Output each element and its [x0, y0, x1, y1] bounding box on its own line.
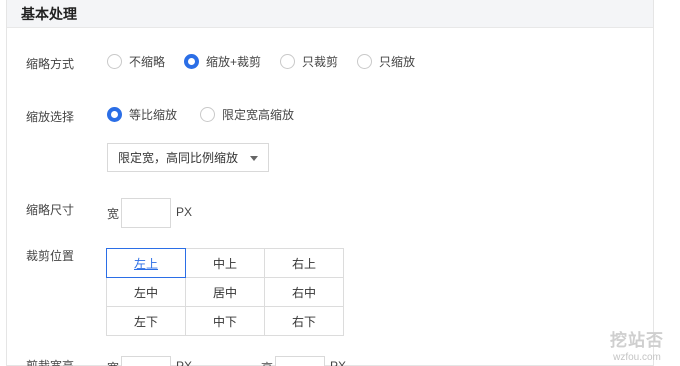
site-watermark: 挖站否 wzfou.com	[610, 326, 664, 363]
crop-height-prefix: 高	[261, 359, 273, 366]
crop-pos-center[interactable]: 居中	[185, 277, 265, 307]
crop-pos-top-right[interactable]: 右上	[264, 248, 344, 278]
radio-circle-icon	[357, 54, 372, 69]
panel-header: 基本处理	[7, 0, 653, 28]
crop-position-label: 裁剪位置	[26, 249, 75, 263]
crop-width-unit: PX	[176, 359, 193, 366]
watermark-logo: 挖站否	[610, 331, 664, 350]
crop-pos-bottom-right[interactable]: 右下	[264, 306, 344, 336]
radio-checked-icon	[184, 54, 199, 69]
crop-pos-top-center[interactable]: 中上	[185, 248, 265, 278]
scale-radio-fixed-wh[interactable]: 限定宽高缩放	[200, 106, 294, 123]
thumb-mode-radio-crop-only[interactable]: 只裁剪	[280, 53, 338, 70]
crop-width-prefix: 宽	[107, 359, 119, 366]
crop-pos-bottom-left[interactable]: 左下	[106, 306, 186, 336]
crop-pos-top-left[interactable]: 左上	[106, 248, 186, 278]
crop-pos-middle-left[interactable]: 左中	[106, 277, 186, 307]
basic-processing-panel: 基本处理 缩略方式 不缩略 缩放+裁剪 只裁剪 只缩放 缩放选择 等比缩放 限定…	[6, 0, 654, 366]
radio-circle-icon	[200, 107, 215, 122]
scale-choice-label: 缩放选择	[26, 110, 75, 124]
thumb-mode-radio-scale-crop[interactable]: 缩放+裁剪	[184, 53, 261, 70]
crop-height-unit: PX	[330, 359, 347, 366]
scale-mode-dropdown[interactable]: 限定宽，高同比例缩放	[107, 143, 269, 172]
thumb-mode-radio-none[interactable]: 不缩略	[107, 53, 165, 70]
dropdown-selected-value: 限定宽，高同比例缩放	[118, 151, 239, 165]
crop-height-input[interactable]	[275, 356, 325, 366]
watermark-url: wzfou.com	[613, 352, 661, 363]
width-prefix: 宽	[107, 207, 120, 221]
px-unit: PX	[176, 205, 193, 219]
radio-checked-icon	[107, 107, 122, 122]
crop-width-input[interactable]	[121, 356, 171, 366]
panel-title: 基本处理	[21, 5, 77, 22]
thumb-mode-radio-scale-only[interactable]: 只缩放	[357, 53, 415, 70]
crop-size-label: 剪裁宽高	[26, 359, 75, 366]
crop-position-grid: 左上 中上 右上 左中 居中 右中 左下 中下 右下	[106, 248, 344, 336]
thumb-size-label: 缩略尺寸	[26, 203, 75, 217]
crop-pos-bottom-center[interactable]: 中下	[185, 306, 265, 336]
chevron-down-icon	[250, 156, 258, 161]
thumb-width-input[interactable]	[121, 198, 171, 228]
crop-pos-middle-right[interactable]: 右中	[264, 277, 344, 307]
thumb-mode-label: 缩略方式	[26, 57, 75, 71]
radio-circle-icon	[107, 54, 122, 69]
radio-circle-icon	[280, 54, 295, 69]
scale-radio-proportional[interactable]: 等比缩放	[107, 106, 177, 123]
